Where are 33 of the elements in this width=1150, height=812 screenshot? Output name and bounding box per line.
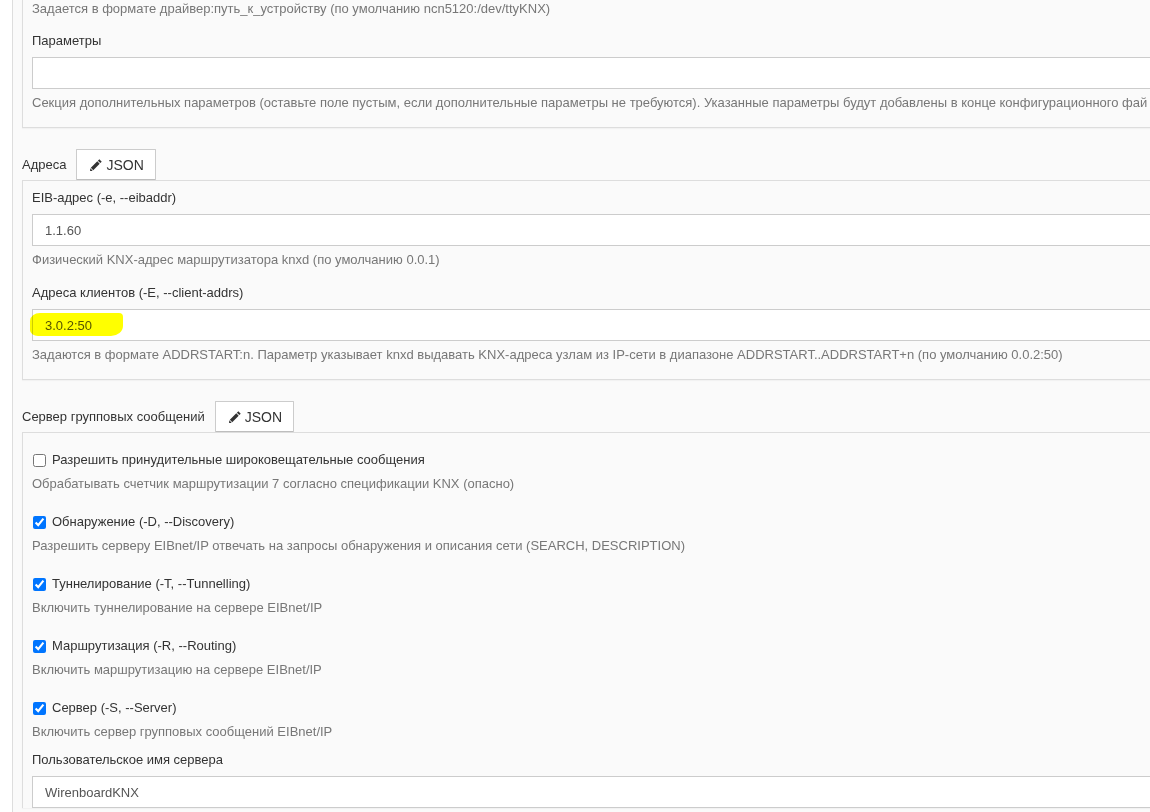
help-text: Разрешить серверу EIBnet/IP отвечать на запросы обнаружения и описания сети (SEARCH, DESCRIPTION) (32, 537, 686, 555)
section-title: Сервер групповых сообщений (22, 407, 205, 426)
checkbox[interactable] (33, 516, 46, 529)
input-field[interactable]: 3.0.2:50 (32, 309, 1150, 341)
input-field[interactable] (32, 57, 1150, 89)
pencil-icon (90, 158, 103, 171)
input-field[interactable]: 1.1.60 (32, 214, 1150, 246)
checkbox[interactable] (33, 702, 46, 715)
checkbox-label: Маршрутизация (-R, --Routing) (52, 637, 237, 655)
help-text: Физический KNX-адрес маршрутизатора knxd (по умолчанию 0.0.1) (32, 251, 441, 269)
help-text: Секция дополнительных параметров (оставьте поле пустым, если дополнительные параметры не требуются). Указанные параметры будут добавлены в конце конфигурационного фай (32, 94, 1149, 112)
checkbox[interactable] (33, 578, 46, 591)
json-button[interactable]: JSON (214, 401, 295, 432)
field-label: EIB-адрес (-e, --eibaddr) (32, 189, 178, 207)
field-label: Пользовательское имя сервера (32, 751, 225, 769)
json-button[interactable]: JSON (76, 149, 156, 180)
checkbox-label: Сервер (-S, --Server) (52, 699, 177, 717)
input-field[interactable]: WirenboardKNX (32, 776, 1150, 808)
checkbox[interactable] (33, 640, 46, 653)
help-text: Включить туннелирование на сервере EIBnet/IP (32, 599, 324, 617)
pencil-icon (228, 410, 241, 423)
help-text: Обрабатывать счетчик маршрутизации 7 согласно спецификации KNX (опасно) (32, 475, 516, 493)
help-text: Задается в формате драйвер:путь_к_устройству (по умолчанию ncn5120:/dev/ttyKNX) (32, 0, 552, 18)
field-label: Параметры (32, 32, 103, 50)
help-text: Задаются в формате ADDRSTART:n. Параметр указывает knxd выдавать KNX-адреса узлам из IP-сети в диапазоне ADDRSTART..ADDRSTART+n (по умолчанию 0.0.2:50) (32, 346, 1064, 364)
help-text: Включить маршрутизацию на сервере EIBnet/IP (32, 661, 323, 679)
checkbox[interactable] (33, 454, 46, 467)
field-label: Адреса клиентов (-E, --client-addrs) (32, 284, 245, 302)
checkbox-label: Туннелирование (-T, --Tunnelling) (52, 575, 251, 593)
checkbox-label: Обнаружение (-D, --Discovery) (52, 513, 235, 531)
checkbox-label: Разрешить принудительные широковещательные сообщения (52, 451, 425, 469)
section-title: Адреса (22, 155, 67, 174)
help-text: Включить сервер групповых сообщений EIBnet/IP (32, 723, 334, 741)
